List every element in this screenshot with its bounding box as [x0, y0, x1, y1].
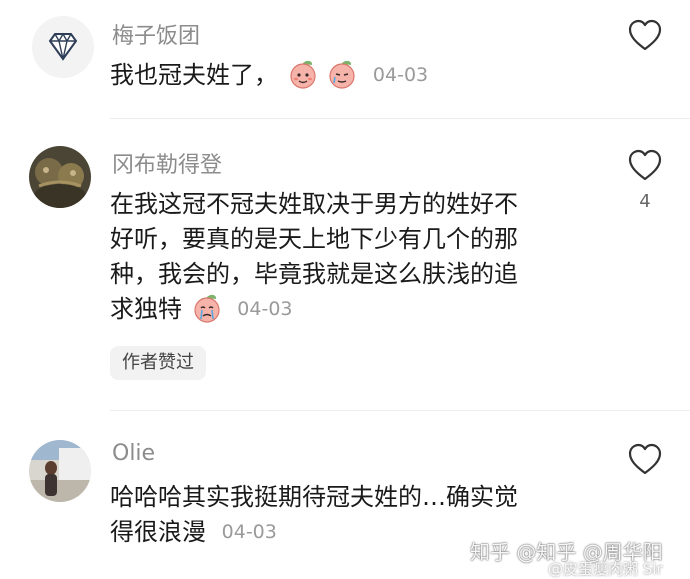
heart-icon[interactable] — [627, 148, 663, 182]
comment-date: 04-03 — [237, 298, 293, 320]
divider — [110, 118, 690, 119]
comment-text: 哈哈哈其实我挺期待冠夫姓的…确实觉 得很浪漫 04-03 — [110, 480, 518, 550]
avatar[interactable] — [29, 146, 91, 208]
peach-face-emoji — [329, 60, 355, 89]
username[interactable]: 冈布勒得登 — [112, 147, 222, 179]
comment-line: 得很浪漫 — [110, 518, 206, 546]
comment-line: 我也冠夫姓了， — [110, 61, 278, 89]
comment-text: 我也冠夫姓了， 04-03 — [110, 58, 428, 93]
peach-cry-emoji — [194, 294, 220, 323]
comment-line: 哈哈哈其实我挺期待冠夫姓的…确实觉 — [110, 483, 518, 511]
username[interactable]: 梅子饭团 — [112, 18, 200, 50]
peach-face-emoji — [290, 60, 316, 89]
comment-line: 种，我会的，毕竟我就是这么肤浅的追 — [110, 260, 518, 288]
comment-text: 在我这冠不冠夫姓取决于男方的姓好不 好听，要真的是天上地下少有几个的那 种，我会… — [110, 187, 518, 327]
diamond-icon — [32, 16, 94, 78]
comment-date: 04-03 — [221, 521, 277, 543]
heart-icon[interactable] — [627, 442, 663, 476]
avatar-photo — [29, 146, 91, 208]
avatar-photo — [29, 440, 91, 502]
like-count: 4 — [639, 191, 651, 212]
divider — [110, 410, 690, 411]
comment-line: 求独特 — [110, 295, 182, 323]
heart-icon[interactable] — [627, 18, 663, 52]
avatar[interactable] — [32, 16, 94, 78]
comment-date: 04-03 — [372, 64, 429, 86]
avatar[interactable] — [29, 440, 91, 502]
comment-line: 在我这冠不冠夫姓取决于男方的姓好不 — [110, 190, 518, 218]
username[interactable]: Olie — [112, 441, 155, 466]
comment-line: 好听，要真的是天上地下少有几个的那 — [110, 225, 518, 253]
author-liked-badge: 作者赞过 — [110, 346, 206, 380]
